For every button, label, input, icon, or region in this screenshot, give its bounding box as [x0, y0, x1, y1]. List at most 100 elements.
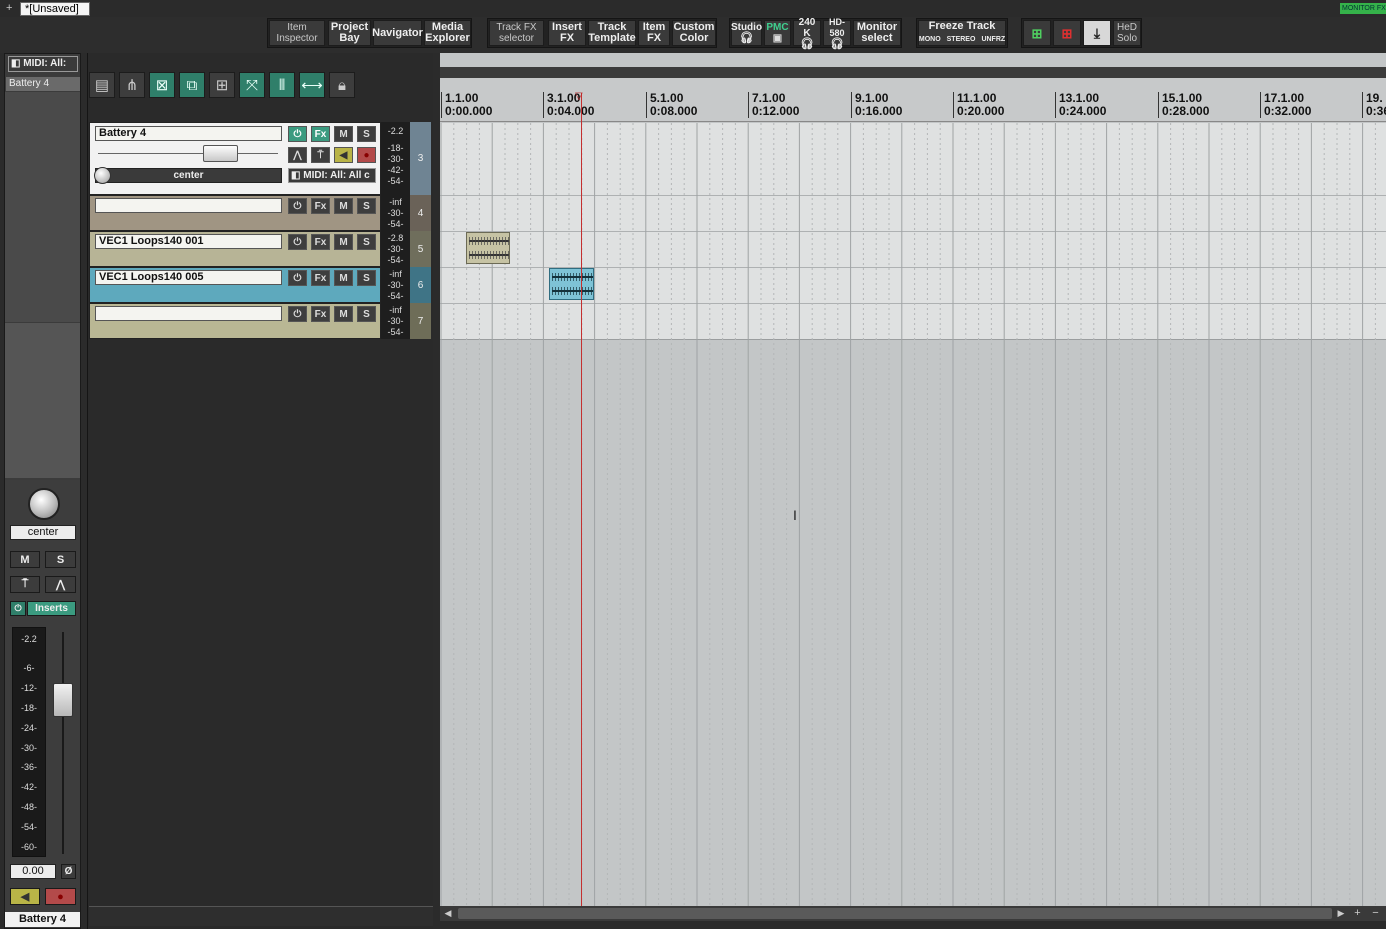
fx-bypass-button[interactable]: ⏻	[10, 601, 26, 616]
volume-slider-track[interactable]	[98, 153, 278, 154]
track-number[interactable]: 5	[410, 231, 431, 267]
navigator-button[interactable]: Navigator	[372, 20, 423, 46]
solo-button[interactable]: S	[357, 126, 376, 142]
track-3[interactable]: Battery 4 ⏻ Fx M S ⋀ ⍑ ◀ ● center ◧ MIDI…	[89, 122, 381, 195]
midi-input-selector[interactable]: ◧ MIDI: All:	[8, 56, 78, 72]
fx-button[interactable]: Fx	[311, 126, 330, 142]
lock-button[interactable]: 🔒︎	[329, 72, 355, 98]
inserts-button[interactable]: Inserts	[27, 601, 76, 616]
track-template-button[interactable]: Track Template	[588, 20, 636, 46]
track-name-field[interactable]	[95, 306, 282, 321]
track-name-field[interactable]: Battery 4	[95, 126, 282, 141]
project-tab[interactable]: *[Unsaved]	[20, 2, 90, 16]
fx-bypass-button[interactable]: ⏻	[288, 234, 307, 250]
volume-readout[interactable]: 0.00	[10, 864, 56, 879]
track-name-field[interactable]: VEC1 Loops140 001	[95, 234, 282, 249]
volume-fader-track[interactable]	[62, 632, 64, 854]
midi-input-selector[interactable]: ◧ MIDI: All: All c	[288, 168, 376, 183]
io-button[interactable]: ⍑	[311, 147, 330, 163]
monitor-select-button[interactable]: Monitor select	[853, 20, 901, 46]
track-number[interactable]: 7	[410, 303, 431, 339]
mixer-io-button[interactable]: ⍑	[10, 576, 40, 593]
freeze-track-button[interactable]: Freeze Track MONO STEREO UNFRZ	[918, 20, 1006, 46]
custom-color-button[interactable]: Custom Color	[672, 20, 716, 46]
playhead-cursor[interactable]	[581, 93, 582, 906]
track-number[interactable]: 4	[410, 195, 431, 231]
group-button[interactable]: ⧉	[179, 72, 205, 98]
track-name-field[interactable]: VEC1 Loops140 005	[95, 270, 282, 285]
track-4[interactable]: ⏻ Fx M S	[89, 195, 381, 231]
track-name-field[interactable]	[95, 198, 282, 213]
studio-monitor-button[interactable]: Studio 🎧︎	[731, 20, 762, 46]
envelope-button[interactable]: ⋀	[288, 147, 307, 163]
freeze-unfreeze-label[interactable]: UNFRZ	[981, 34, 1005, 45]
media-item-vec1-loops140-001[interactable]	[466, 232, 510, 264]
fx-button[interactable]: Fx	[311, 270, 330, 286]
zoom-out-button[interactable]: −	[1368, 907, 1383, 920]
fx-chain-list[interactable]	[5, 92, 80, 322]
fx-slots[interactable]	[5, 323, 80, 478]
envelope-points-button[interactable]: ⤧	[239, 72, 265, 98]
mixer-mute-button[interactable]: M	[10, 551, 40, 568]
mute-button[interactable]: M	[334, 306, 353, 322]
scroll-left-button[interactable]: ◀	[441, 907, 455, 920]
hd580-monitor-button[interactable]: HD-580 🎧︎	[823, 17, 851, 49]
mixer-monitor-button[interactable]: ◀	[10, 888, 40, 905]
pan-slider[interactable]: center	[95, 168, 282, 183]
media-item-vec1-loops140-005[interactable]	[549, 268, 594, 300]
insert-fx-button[interactable]: Insert FX	[548, 20, 586, 46]
crossfade-button[interactable]: ⟷	[299, 72, 325, 98]
phase-invert-button[interactable]: Ø	[61, 864, 76, 879]
scroll-thumb[interactable]	[458, 908, 1332, 919]
fx-bypass-button[interactable]: ⏻	[288, 306, 307, 322]
track-7[interactable]: ⏻ Fx M S	[89, 303, 381, 339]
monitor-fx-indicator[interactable]: MONITOR FX	[1340, 3, 1386, 14]
solo-button[interactable]: S	[357, 198, 376, 214]
track-6[interactable]: VEC1 Loops140 005 ⏻ Fx M S	[89, 267, 381, 303]
mixer-record-arm-button[interactable]: ●	[45, 888, 76, 905]
fx-button[interactable]: Fx	[311, 198, 330, 214]
fx-bypass-button[interactable]: ⏻	[288, 198, 307, 214]
item-fx-button[interactable]: Item FX	[638, 20, 670, 46]
fx-bypass-button[interactable]: ⏻	[288, 270, 307, 286]
split-button[interactable]: ⋔	[119, 72, 145, 98]
route-red-button[interactable]: ⊞	[1053, 20, 1081, 46]
pan-knob[interactable]	[28, 488, 60, 520]
mute-button[interactable]: M	[334, 234, 353, 250]
scroll-right-button[interactable]: ▶	[1334, 907, 1348, 920]
route-green-button[interactable]: ⊞	[1023, 20, 1051, 46]
track-manager-button[interactable]: ▤	[89, 72, 115, 98]
zoom-in-button[interactable]: +	[1350, 907, 1365, 920]
track-5[interactable]: VEC1 Loops140 001 ⏻ Fx M S	[89, 231, 381, 267]
240k-monitor-button[interactable]: 240 K 🎧︎	[793, 17, 821, 49]
fx-bypass-button[interactable]: ⏻	[288, 126, 307, 142]
playhead-marker-icon[interactable]: ▽	[575, 91, 583, 102]
volume-slider-handle[interactable]	[203, 145, 238, 162]
fx-button[interactable]: Fx	[311, 234, 330, 250]
pmc-monitor-button[interactable]: PMC ▣	[764, 20, 791, 46]
solo-button[interactable]: S	[357, 234, 376, 250]
monitor-button[interactable]: ◀	[334, 147, 353, 163]
freeze-mono-label[interactable]: MONO	[919, 34, 941, 45]
fx-button[interactable]: Fx	[311, 306, 330, 322]
ripple-button[interactable]: ⊠	[149, 72, 175, 98]
item-inspector-button[interactable]: Item Inspector	[269, 20, 325, 46]
mute-button[interactable]: M	[334, 270, 353, 286]
solo-button[interactable]: S	[357, 306, 376, 322]
mute-button[interactable]: M	[334, 198, 353, 214]
track-number[interactable]: 3	[410, 122, 431, 195]
mixer-envelope-button[interactable]: ⋀	[45, 576, 76, 593]
mixer-solo-button[interactable]: S	[45, 551, 76, 568]
solo-button[interactable]: S	[357, 270, 376, 286]
project-bay-button[interactable]: Project Bay	[328, 20, 371, 46]
record-arm-button[interactable]: ●	[357, 147, 376, 163]
pan-knob[interactable]	[94, 167, 111, 184]
mute-button[interactable]: M	[334, 126, 353, 142]
snap-button[interactable]: ⦀	[269, 72, 295, 98]
freeze-stereo-label[interactable]: STEREO	[947, 34, 976, 45]
add-tab-button[interactable]: +	[6, 2, 18, 15]
hed-solo-button[interactable]: HeD Solo	[1113, 20, 1141, 46]
volume-fader-handle[interactable]	[53, 683, 73, 717]
media-explorer-button[interactable]: Media Explorer	[424, 20, 471, 46]
track-fx-selector-button[interactable]: Track FX selector	[489, 20, 544, 46]
